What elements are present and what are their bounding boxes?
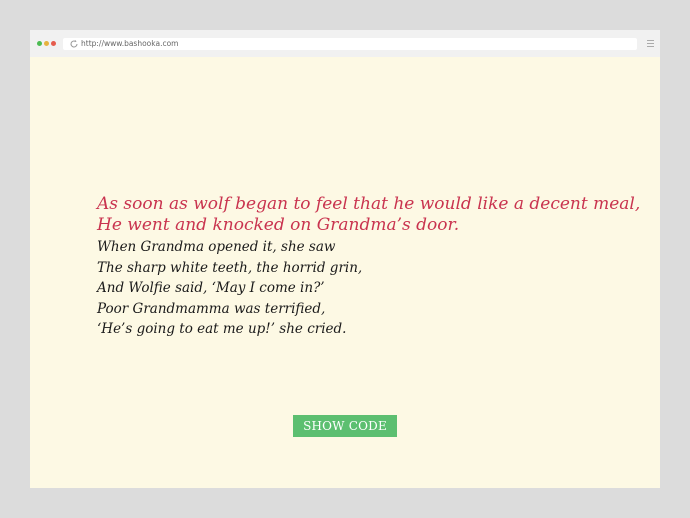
- poem-text-block: As soon as wolf began to feel that he wo…: [97, 194, 641, 340]
- poem-line: Poor Grandmamma was terrified,: [97, 300, 326, 317]
- poem-line: ‘He’s going to eat me up!’ she cried.: [97, 321, 347, 337]
- poem-line: When Grandma opened it, she saw: [97, 239, 336, 255]
- poem-line: The sharp white teeth, the horrid grin,: [97, 259, 363, 276]
- poem-highlight-line: He went and knocked on Grandma’s door.: [97, 215, 460, 235]
- window-maximize-button[interactable]: [37, 41, 42, 46]
- hamburger-menu-icon[interactable]: [647, 40, 654, 47]
- poem-highlight-line: As soon as wolf began to feel that he wo…: [97, 194, 641, 214]
- browser-toolbar: http://www.bashooka.com: [30, 30, 660, 57]
- url-text[interactable]: http://www.bashooka.com: [81, 38, 178, 50]
- page-content: As soon as wolf began to feel that he wo…: [30, 57, 660, 488]
- poem-line: And Wolfie said, ‘May I come in?’: [97, 280, 325, 296]
- browser-window: http://www.bashooka.com As soon as wolf …: [30, 30, 660, 488]
- address-bar[interactable]: http://www.bashooka.com: [63, 38, 637, 50]
- show-code-button[interactable]: SHOW CODE: [293, 415, 397, 437]
- window-close-button[interactable]: [51, 41, 56, 46]
- window-minimize-button[interactable]: [44, 41, 49, 46]
- refresh-icon[interactable]: [69, 39, 79, 49]
